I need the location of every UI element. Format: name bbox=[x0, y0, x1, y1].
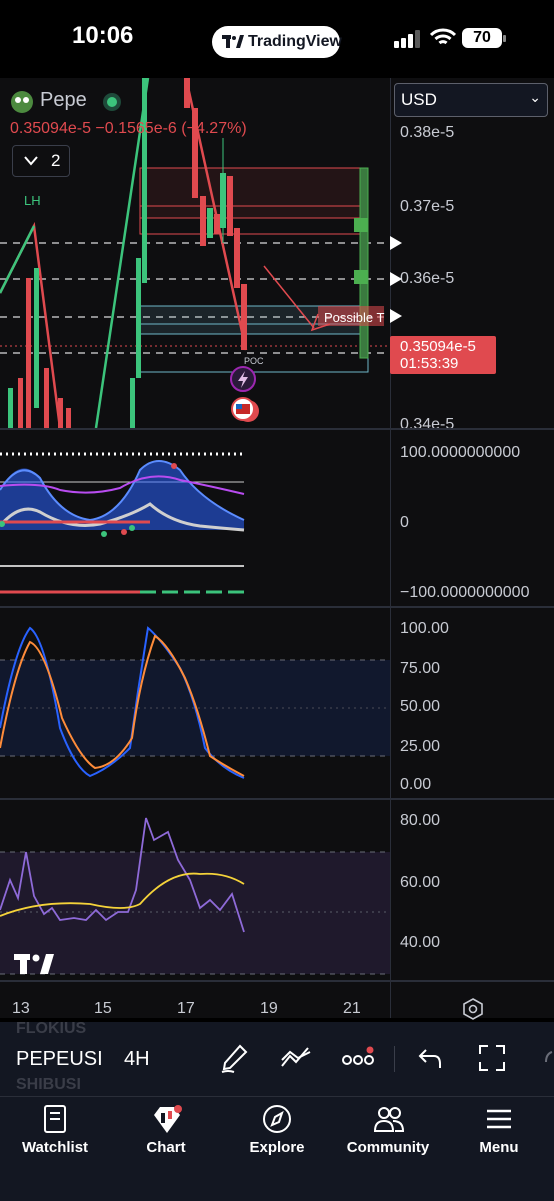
osc1-tick: 100.0000000000 bbox=[400, 444, 521, 461]
stoch-tick: 0.00 bbox=[400, 776, 432, 793]
tab-label: Chart bbox=[146, 1139, 186, 1156]
ghost-symbol-above: FLOKIUS bbox=[16, 1020, 87, 1037]
time-tick: 17 bbox=[177, 1000, 195, 1017]
last-price: 0.35094e-5 bbox=[400, 338, 476, 355]
price-tick: 0.34e-5 bbox=[400, 416, 455, 428]
status-time: 10:06 bbox=[72, 22, 134, 49]
chart-toolbar: FLOKIUS PEPEUSI SHIBUSI 4H bbox=[0, 1020, 554, 1096]
pane-separator bbox=[0, 980, 554, 982]
tradingview-pill[interactable]: TradingView bbox=[212, 26, 342, 58]
price-tick: 0.36e-5 bbox=[400, 270, 455, 287]
rsi-tick: 60.00 bbox=[400, 874, 441, 891]
tab-label: Explore bbox=[249, 1139, 305, 1156]
settings-hexagon-icon[interactable] bbox=[462, 998, 484, 1020]
ghost-symbol-below: SHIBUSI bbox=[16, 1076, 81, 1093]
price-scale-border bbox=[390, 78, 391, 1018]
possible-target-label: Possible T bbox=[324, 310, 385, 325]
stoch-tick: 100.00 bbox=[400, 620, 449, 637]
rsi-tick: 40.00 bbox=[400, 934, 441, 951]
currency-value: USD bbox=[401, 90, 437, 109]
rsi-pane[interactable] bbox=[0, 800, 390, 980]
price-tick: 0.38e-5 bbox=[400, 124, 455, 141]
last-price-tag: 0.35094e-5 01:53:39 bbox=[390, 336, 496, 374]
time-tick: 19 bbox=[260, 1000, 278, 1017]
tab-chart[interactable]: Chart bbox=[111, 1097, 221, 1167]
tab-label: Community bbox=[346, 1139, 430, 1156]
undo-icon[interactable] bbox=[418, 1048, 442, 1070]
time-tick: 13 bbox=[12, 1000, 30, 1017]
more-dots-icon[interactable] bbox=[342, 1046, 376, 1070]
rsi-tick: 80.00 bbox=[400, 812, 441, 829]
toolbar-divider bbox=[394, 1046, 395, 1072]
lh-label: LH bbox=[24, 193, 41, 208]
osc1-tick: 0 bbox=[400, 514, 409, 531]
indicator-count: 2 bbox=[51, 151, 61, 170]
indicators-icon[interactable] bbox=[280, 1046, 312, 1070]
indicator-collapse-button[interactable]: 2 bbox=[12, 145, 70, 177]
pepe-logo-icon bbox=[11, 91, 33, 113]
chart-area[interactable]: Possible T POC LH Pepe 0.35094e-5 −0.156… bbox=[0, 78, 554, 1020]
tab-watchlist[interactable]: Watchlist bbox=[0, 1097, 110, 1167]
symbol-name[interactable]: Pepe bbox=[40, 89, 87, 112]
tradingview-watermark-icon bbox=[14, 954, 54, 974]
tradingview-logo-icon bbox=[222, 35, 244, 48]
header-change: −0.1565e-6 (−4.27%) bbox=[95, 120, 247, 137]
tab-community[interactable]: Community bbox=[333, 1097, 443, 1167]
menu-icon bbox=[487, 1109, 511, 1129]
bar-countdown: 01:53:39 bbox=[400, 355, 459, 372]
cellular-signal-icon bbox=[394, 30, 420, 48]
tab-label: Watchlist bbox=[21, 1139, 89, 1156]
price-change-line: 0.35094e-5 −0.1565e-6 (−4.27%) bbox=[10, 120, 247, 138]
chart-icon bbox=[154, 1105, 182, 1133]
time-tick: 21 bbox=[343, 1000, 361, 1017]
chevron-down-icon bbox=[24, 156, 38, 166]
alert-arrow-icon[interactable] bbox=[390, 272, 402, 286]
book-icon bbox=[44, 1105, 66, 1133]
stoch-tick: 50.00 bbox=[400, 698, 441, 715]
wifi-icon bbox=[430, 28, 456, 45]
time-tick: 15 bbox=[94, 1000, 112, 1017]
chevron-down-icon: ⌄ bbox=[529, 89, 541, 105]
header-price: 0.35094e-5 bbox=[10, 120, 91, 137]
alert-arrow-icon[interactable] bbox=[390, 236, 402, 250]
community-icon bbox=[373, 1107, 405, 1132]
bottom-tab-bar: Watchlist Chart Explore Community Menu bbox=[0, 1096, 554, 1201]
oscillator-pane[interactable] bbox=[0, 430, 390, 606]
redo-icon[interactable] bbox=[540, 1048, 554, 1070]
battery-icon: 70 bbox=[462, 28, 502, 48]
battery-tip bbox=[503, 35, 506, 42]
poc-label: POC bbox=[244, 356, 264, 366]
compass-icon bbox=[263, 1105, 291, 1133]
stoch-tick: 75.00 bbox=[400, 660, 441, 677]
ticker-label[interactable]: PEPEUSI bbox=[16, 1048, 102, 1071]
alert-arrow-icon[interactable] bbox=[390, 309, 402, 323]
price-tick: 0.37e-5 bbox=[400, 198, 455, 215]
osc1-tick: −100.0000000000 bbox=[400, 584, 530, 601]
draw-pen-icon[interactable] bbox=[220, 1044, 248, 1074]
fullscreen-icon[interactable] bbox=[478, 1044, 506, 1072]
stochastic-pane[interactable] bbox=[0, 608, 390, 798]
tab-menu[interactable]: Menu bbox=[444, 1097, 554, 1167]
tradingview-pill-label: TradingView bbox=[248, 33, 342, 50]
status-bar: 10:06 TradingView 70 bbox=[0, 0, 554, 78]
tab-explore[interactable]: Explore bbox=[222, 1097, 332, 1167]
interval-button[interactable]: 4H bbox=[124, 1048, 150, 1071]
market-status-icon bbox=[103, 93, 121, 111]
tab-label: Menu bbox=[479, 1139, 519, 1156]
battery-level: 70 bbox=[473, 29, 491, 46]
currency-select[interactable]: USD ⌄ bbox=[394, 83, 548, 117]
stoch-tick: 25.00 bbox=[400, 738, 441, 755]
